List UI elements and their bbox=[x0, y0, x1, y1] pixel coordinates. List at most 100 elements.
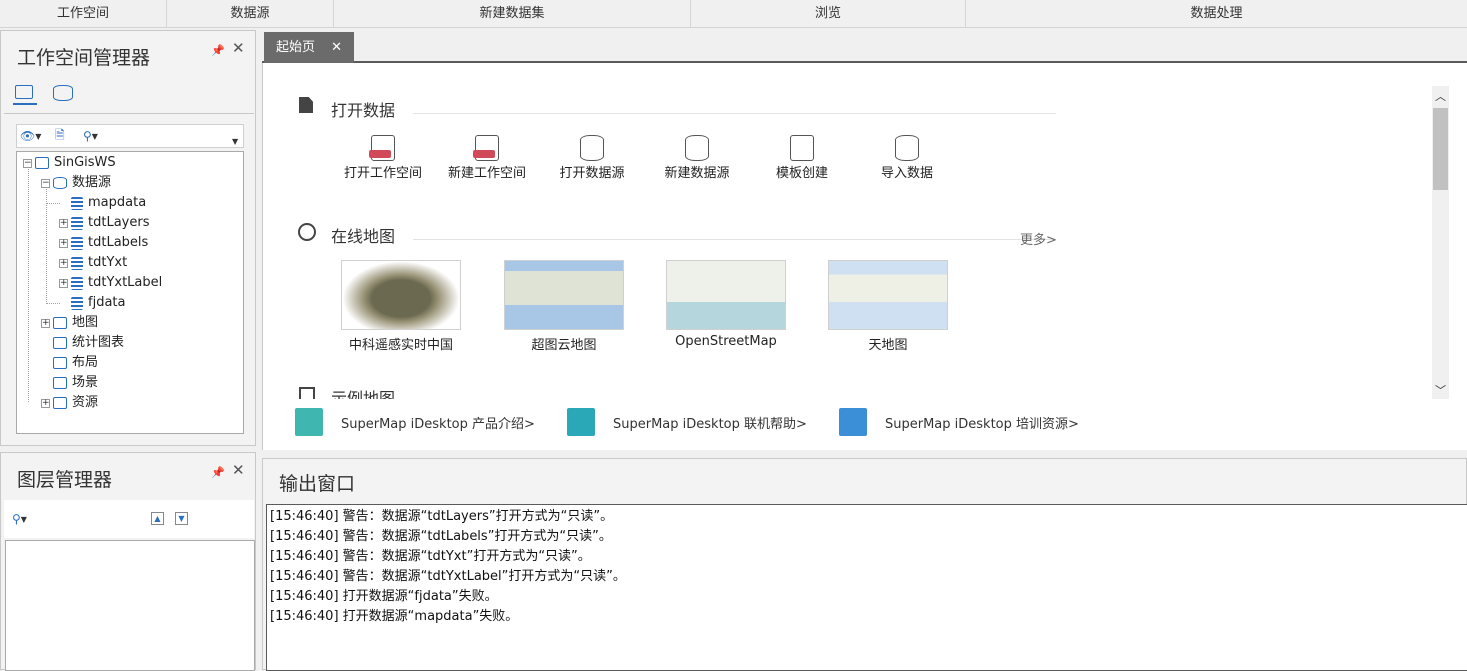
chevron-down-icon: ▼ bbox=[20, 514, 27, 524]
expand-icon[interactable]: + bbox=[41, 318, 50, 328]
datasource-icon bbox=[71, 216, 83, 230]
tree-node-datasource-mapdata[interactable]: mapdata bbox=[59, 193, 146, 213]
tree-node-layouts[interactable]: 布局 bbox=[41, 353, 98, 373]
online-map-title: 在线地图 bbox=[331, 227, 396, 246]
cloud-storage-icon[interactable] bbox=[53, 85, 73, 101]
import-data-button[interactable]: 导入数据 bbox=[859, 135, 955, 183]
scroll-thumb[interactable] bbox=[1433, 108, 1448, 190]
online-map-item[interactable]: OpenStreetMap bbox=[666, 260, 786, 349]
datasource-icon bbox=[71, 276, 83, 290]
scroll-down-icon[interactable]: ﹀ bbox=[1435, 382, 1446, 398]
datasource-icon bbox=[71, 256, 83, 270]
log-line: [15:46:40] 打开数据源“mapdata”失败。 bbox=[270, 609, 519, 624]
tree-node-datasource-tdtlayers[interactable]: + tdtLayers bbox=[59, 213, 149, 233]
workspace-icon bbox=[35, 157, 49, 169]
quick-action-label: 新建工作空间 bbox=[447, 166, 526, 181]
close-icon[interactable]: ✕ bbox=[331, 32, 342, 63]
toolbar-overflow-icon[interactable]: ▼ bbox=[232, 137, 242, 147]
tree-node-label: mapdata bbox=[88, 195, 147, 210]
import-data-icon bbox=[895, 135, 919, 161]
training-resources-link[interactable]: SuperMap iDesktop 培训资源> bbox=[839, 408, 1079, 436]
online-map-item[interactable]: 天地图 bbox=[828, 260, 948, 353]
new-datasource-button[interactable]: 新建数据源 bbox=[649, 135, 745, 183]
open-datasource-button[interactable]: 打开数据源 bbox=[544, 135, 640, 183]
online-map-item[interactable]: 超图云地图 bbox=[504, 260, 624, 353]
layer-manager-title: 图层管理器 bbox=[17, 469, 113, 491]
product-intro-icon bbox=[295, 408, 323, 436]
ribbon-group-data-processing[interactable]: 数据处理 bbox=[966, 0, 1467, 28]
expand-icon[interactable]: + bbox=[59, 218, 68, 228]
expand-icon[interactable]: + bbox=[59, 258, 68, 268]
close-icon[interactable]: ✕ bbox=[232, 461, 245, 479]
ribbon-group-datasource[interactable]: 数据源 bbox=[167, 0, 334, 28]
workspace-tab[interactable] bbox=[13, 83, 37, 105]
tree-node-label: 数据源 bbox=[72, 175, 112, 190]
expand-icon[interactable]: + bbox=[59, 278, 68, 288]
expand-icon[interactable]: + bbox=[41, 398, 50, 408]
pin-icon[interactable]: 📌 bbox=[211, 466, 225, 479]
layer-list[interactable] bbox=[5, 540, 255, 671]
map-thumbnail bbox=[828, 260, 948, 330]
document-tabstrip: 起始页 ✕ bbox=[262, 28, 1467, 63]
quick-action-label: 打开工作空间 bbox=[343, 166, 422, 181]
tree-node-label: tdtYxtLabel bbox=[88, 275, 163, 290]
tree-node-datasource-fjdata[interactable]: fjdata bbox=[59, 293, 125, 313]
log-line: [15:46:40] 警告：数据源“tdtLayers”打开方式为“只读”。 bbox=[270, 509, 614, 524]
tab-start-page[interactable]: 起始页 ✕ bbox=[264, 32, 354, 63]
scroll-up-icon[interactable]: ︿ bbox=[1435, 88, 1446, 104]
quick-action-label: 新建数据源 bbox=[664, 166, 730, 181]
tree-node-resources[interactable]: + 资源 bbox=[41, 393, 98, 413]
online-map-item[interactable]: 中科遥感实时中国 bbox=[341, 260, 461, 353]
open-datasource-icon bbox=[580, 135, 604, 161]
start-page-links: SuperMap iDesktop 产品介绍> SuperMap iDeskto… bbox=[263, 400, 1467, 450]
tree-toolbar: 👁 ▼ 🗎 ⚲ ▼ ▼ bbox=[16, 124, 244, 148]
online-map-label: 天地图 bbox=[868, 338, 908, 353]
log-line: [15:46:40] 警告：数据源“tdtLabels”打开方式为“只读”。 bbox=[270, 529, 612, 544]
ribbon-group-workspace[interactable]: 工作空间 bbox=[0, 0, 167, 28]
tree-node-label: tdtYxt bbox=[88, 255, 128, 270]
divider bbox=[4, 113, 254, 114]
ribbon-group-browse[interactable]: 浏览 bbox=[691, 0, 966, 28]
move-up-button[interactable]: ▲ bbox=[151, 512, 164, 525]
collapse-icon[interactable]: − bbox=[41, 178, 50, 188]
workspace-tree: − SinGisWS − 数据源 mapdata + tdtLayers + t… bbox=[16, 151, 244, 434]
move-down-button[interactable]: ▼ bbox=[175, 512, 188, 525]
tree-node-scenes[interactable]: 场景 bbox=[41, 373, 98, 393]
collapse-icon[interactable]: − bbox=[23, 158, 32, 168]
tree-node-maps[interactable]: + 地图 bbox=[41, 313, 98, 333]
chevron-down-icon: ▼ bbox=[91, 131, 98, 141]
link-label: SuperMap iDesktop 联机帮助> bbox=[613, 416, 807, 432]
search-dropdown-button[interactable]: ⚲ ▼ bbox=[83, 127, 98, 145]
example-map-title: 示例地图 bbox=[331, 389, 396, 399]
more-online-maps-link[interactable]: 更多> bbox=[1020, 229, 1057, 248]
properties-button[interactable]: 🗎 bbox=[55, 127, 65, 145]
start-page-scrollbar[interactable]: ︿ ﹀ bbox=[1432, 86, 1449, 399]
document-icon: 🗎 bbox=[55, 127, 65, 142]
scene-icon bbox=[53, 377, 67, 389]
product-intro-link[interactable]: SuperMap iDesktop 产品介绍> bbox=[295, 408, 535, 436]
pin-icon[interactable]: 📌 bbox=[211, 44, 225, 57]
tree-node-datasource-tdtlabels[interactable]: + tdtLabels bbox=[59, 233, 148, 253]
new-datasource-icon bbox=[685, 135, 709, 161]
online-help-link[interactable]: SuperMap iDesktop 联机帮助> bbox=[567, 408, 807, 436]
output-log[interactable]: [15:46:40] 警告：数据源“tdtLayers”打开方式为“只读”。 [… bbox=[266, 504, 1467, 671]
tree-node-datasource-tdtyxt[interactable]: + tdtYxt bbox=[59, 253, 127, 273]
book-icon bbox=[299, 387, 315, 399]
close-icon[interactable]: ✕ bbox=[232, 39, 245, 57]
view-dropdown-button[interactable]: 👁 ▼ bbox=[20, 127, 41, 145]
tree-node-datasource-tdtyxtlabel[interactable]: + tdtYxtLabel bbox=[59, 273, 162, 293]
new-workspace-button[interactable]: 新建工作空间 bbox=[439, 135, 535, 183]
resources-folder-icon bbox=[53, 397, 67, 409]
tree-node-charts[interactable]: 统计图表 bbox=[41, 333, 124, 353]
tree-node-datasources[interactable]: − 数据源 bbox=[41, 173, 111, 193]
layer-search-button[interactable]: ⚲ ▼ bbox=[12, 510, 27, 528]
template-create-button[interactable]: 模板创建 bbox=[754, 135, 850, 183]
online-help-icon bbox=[567, 408, 595, 436]
expand-icon[interactable]: + bbox=[59, 238, 68, 248]
tree-node-workspace[interactable]: − SinGisWS bbox=[23, 153, 116, 173]
ribbon-group-new-dataset[interactable]: 新建数据集 bbox=[334, 0, 691, 28]
tree-node-label: fjdata bbox=[88, 295, 126, 310]
start-page: 打开数据 打开工作空间 新建工作空间 打开数据源 新建数据源 模板创建 导入数据… bbox=[262, 63, 1467, 450]
tab-label: 起始页 bbox=[276, 40, 316, 55]
open-workspace-button[interactable]: 打开工作空间 bbox=[335, 135, 431, 183]
